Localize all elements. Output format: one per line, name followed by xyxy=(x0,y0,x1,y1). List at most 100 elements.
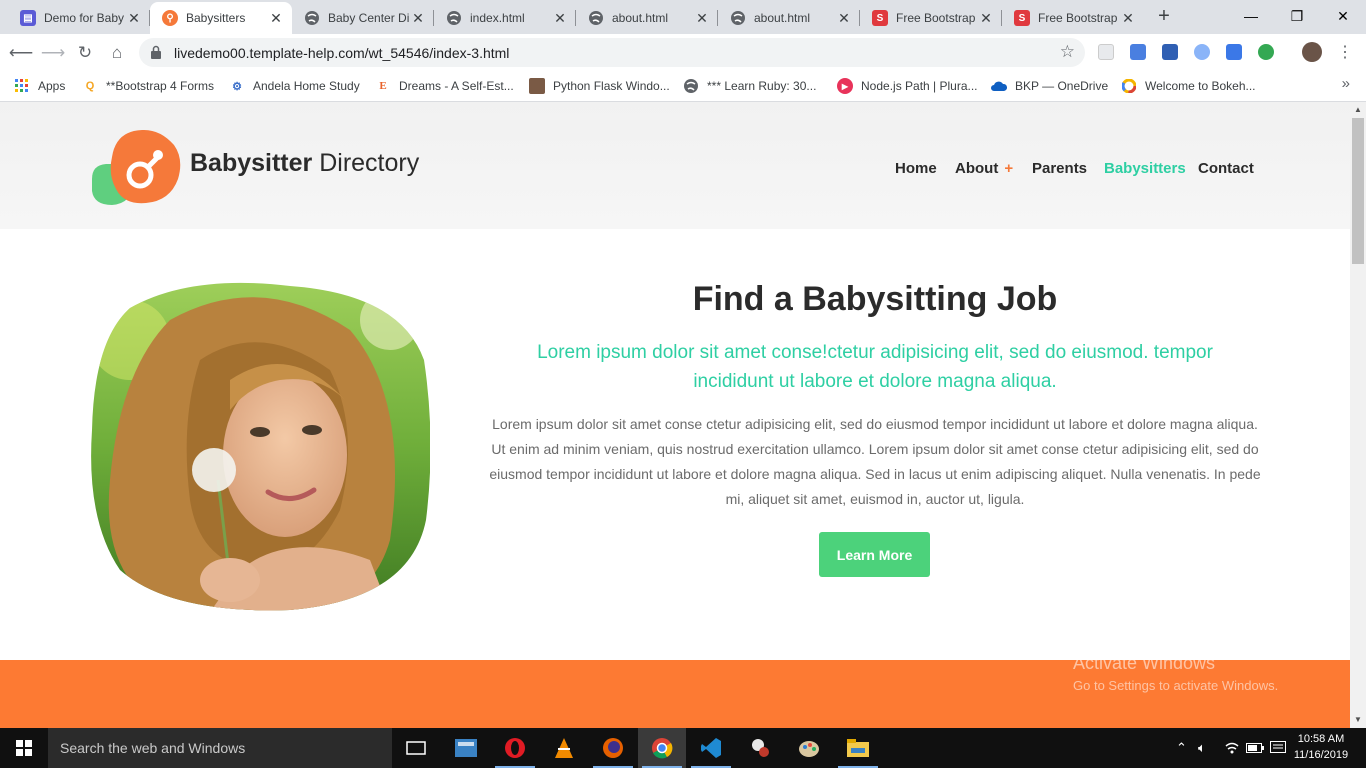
photo-icon xyxy=(529,78,545,94)
bookmark-apps[interactable]: Apps xyxy=(14,77,65,95)
pacifier-logo-icon[interactable] xyxy=(90,127,182,207)
home-icon[interactable]: ⌂ xyxy=(104,40,130,66)
reload-icon[interactable]: ↻ xyxy=(72,40,98,66)
nav-parents[interactable]: Parents xyxy=(1032,160,1087,180)
nav-contact[interactable]: Contact xyxy=(1198,160,1254,180)
scroll-thumb[interactable] xyxy=(1352,118,1364,264)
nav-babysitters[interactable]: Babysitters xyxy=(1104,160,1186,180)
task-view-icon[interactable] xyxy=(392,728,440,768)
vlc-icon[interactable] xyxy=(540,728,588,768)
bookmark-andela[interactable]: ⚙ Andela Home Study xyxy=(229,77,360,95)
tab-index-html[interactable]: index.html ✕ xyxy=(434,2,576,34)
close-icon[interactable]: ✕ xyxy=(836,10,852,27)
bookmark-bokeh[interactable]: Welcome to Bokeh... xyxy=(1121,77,1256,95)
close-icon[interactable]: ✕ xyxy=(410,10,426,27)
paint-icon[interactable] xyxy=(785,728,833,768)
battery-icon[interactable] xyxy=(1246,728,1264,768)
chrome-icon[interactable] xyxy=(638,728,686,768)
more-bookmarks-icon[interactable]: » xyxy=(1342,75,1350,92)
close-icon[interactable]: ✕ xyxy=(552,10,568,27)
babysitter-logo-icon: ⚲ xyxy=(162,10,178,26)
back-arrow-icon[interactable]: ⟵ xyxy=(8,40,34,66)
restore-icon[interactable]: ❐ xyxy=(1274,0,1320,32)
close-icon[interactable]: ✕ xyxy=(126,10,142,27)
submenu-plus-icon: + xyxy=(1004,160,1014,177)
file-explorer-icon[interactable] xyxy=(834,728,882,768)
bookmark-python-flask[interactable]: Python Flask Windo... xyxy=(529,77,670,95)
bookmark-nodejs[interactable]: ▶ Node.js Path | Plura... xyxy=(837,77,978,95)
opera-icon[interactable] xyxy=(491,728,539,768)
scroll-up-icon[interactable]: ▲ xyxy=(1350,102,1366,118)
tab-strip: ▤ Demo for Baby ✕ ⚲ Babysitters ✕ Baby C… xyxy=(0,0,1366,34)
bokeh-icon xyxy=(1121,78,1137,94)
tab-about-html[interactable]: about.html ✕ xyxy=(576,2,718,34)
nav-home[interactable]: Home xyxy=(895,160,937,180)
globe-icon xyxy=(683,78,699,94)
translate-icon[interactable] xyxy=(1130,44,1146,60)
scroll-down-icon[interactable]: ▼ xyxy=(1350,712,1366,728)
hero-lead: Lorem ipsum dolor sit amet conse!ctetur … xyxy=(537,342,1213,392)
close-icon[interactable]: ✕ xyxy=(978,10,994,27)
menu-dots-icon[interactable]: ⋮ xyxy=(1332,40,1358,66)
bookmark-bootstrap-forms[interactable]: Q **Bootstrap 4 Forms xyxy=(82,77,214,95)
extension-icon[interactable] xyxy=(1098,44,1114,60)
bookmark-star-icon[interactable]: ☆ xyxy=(1060,42,1075,62)
app-icon[interactable] xyxy=(736,728,784,768)
new-tab-button[interactable]: + xyxy=(1152,4,1176,28)
tab-free-bootstrap-2[interactable]: S Free Bootstrap ✕ xyxy=(1002,2,1144,34)
windows-taskbar: Search the web and Windows ⌃ 🔈︎ 10:58 AM… xyxy=(0,728,1366,768)
tab-free-bootstrap[interactable]: S Free Bootstrap ✕ xyxy=(860,2,1002,34)
s-icon: S xyxy=(872,10,888,26)
apps-grid-icon xyxy=(14,78,30,94)
volume-icon[interactable]: 🔈︎ xyxy=(1198,728,1206,768)
nav-about[interactable]: About + xyxy=(955,160,1013,180)
notifications-icon[interactable] xyxy=(1270,728,1286,768)
show-hidden-icons-icon[interactable]: ⌃ xyxy=(1176,728,1187,768)
page-viewport: Babysitter Directory Home About + Parents… xyxy=(0,102,1350,728)
close-icon[interactable]: ✕ xyxy=(694,10,710,27)
e-icon: E xyxy=(379,80,387,92)
form-icon: ▤ xyxy=(20,10,36,26)
s-icon: S xyxy=(1014,10,1030,26)
bookmarks-bar: Apps Q **Bootstrap 4 Forms ⚙ Andela Home… xyxy=(0,71,1366,102)
learn-more-button[interactable]: Learn More xyxy=(819,532,930,577)
taskbar-search-input[interactable]: Search the web and Windows xyxy=(48,728,392,768)
site-header: Babysitter Directory Home About + Parents… xyxy=(0,102,1350,229)
wifi-icon[interactable] xyxy=(1224,728,1240,768)
forward-arrow-icon[interactable]: ⟶ xyxy=(40,40,66,66)
search-orange-icon: Q xyxy=(85,80,95,92)
browser-toolbar: ⟵ ⟶ ↻ ⌂ livedemo00.template-help.com/wt_… xyxy=(0,34,1366,71)
globe-icon xyxy=(304,10,320,26)
vscode-icon[interactable] xyxy=(687,728,735,768)
window-close-icon[interactable]: ✕ xyxy=(1320,0,1366,32)
calculator-icon[interactable] xyxy=(442,728,490,768)
bookmark-onedrive[interactable]: BKP — OneDrive xyxy=(991,77,1108,95)
minimize-icon[interactable]: — xyxy=(1228,0,1274,32)
tab-demo-for-baby[interactable]: ▤ Demo for Baby ✕ xyxy=(8,2,150,34)
close-icon[interactable]: ✕ xyxy=(1120,10,1136,27)
tab-baby-center[interactable]: Baby Center Di ✕ xyxy=(292,2,434,34)
globe-icon xyxy=(730,10,746,26)
brand-name[interactable]: Babysitter Directory xyxy=(190,149,419,178)
close-icon[interactable]: ✕ xyxy=(268,10,284,27)
babysitter-photo xyxy=(91,282,430,611)
globe-icon xyxy=(588,10,604,26)
address-bar[interactable]: livedemo00.template-help.com/wt_54546/in… xyxy=(139,38,1085,67)
page-scrollbar[interactable]: ▲ ▼ xyxy=(1350,102,1366,728)
bookmark-dreams[interactable]: E Dreams - A Self-Est... xyxy=(375,77,513,95)
globe-icon xyxy=(446,10,462,26)
firefox-icon[interactable] xyxy=(589,728,637,768)
windows-start-icon[interactable] xyxy=(0,728,48,768)
url-text: livedemo00.template-help.com/wt_54546/in… xyxy=(174,45,510,61)
activate-windows-watermark: Activate Windows Go to Settings to activ… xyxy=(1073,653,1279,693)
bookmark-learn-ruby[interactable]: *** Learn Ruby: 30... xyxy=(683,77,816,95)
system-clock[interactable]: 10:58 AM 11/16/2019 xyxy=(1290,731,1352,763)
extension-icon[interactable] xyxy=(1162,44,1178,60)
color-picker-icon[interactable] xyxy=(1226,44,1242,60)
extension-icon[interactable] xyxy=(1258,44,1274,60)
tab-babysitters[interactable]: ⚲ Babysitters ✕ xyxy=(150,2,292,34)
avatar[interactable] xyxy=(1302,42,1322,62)
tab-about-html-2[interactable]: about.html ✕ xyxy=(718,2,860,34)
gear-icon: ⚙ xyxy=(232,80,242,93)
extension-icon[interactable] xyxy=(1194,44,1210,60)
